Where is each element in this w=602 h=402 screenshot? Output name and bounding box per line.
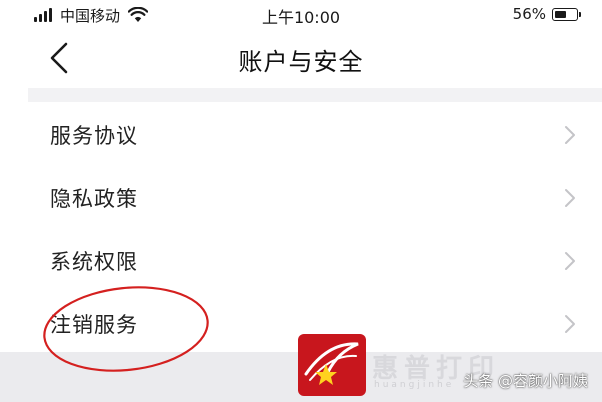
settings-list: 服务协议 隐私政策 系统权限 注销服务 bbox=[0, 102, 602, 354]
chevron-right-icon bbox=[565, 315, 575, 333]
status-bar: 中国移动 上午10:00 56% bbox=[0, 0, 602, 30]
navigation-bar: 账户与安全 bbox=[0, 30, 602, 86]
section-divider bbox=[28, 88, 602, 102]
settings-item-label: 服务协议 bbox=[50, 124, 138, 148]
chevron-right-icon bbox=[565, 126, 575, 144]
source-credit: 头条 @容颜小阿姨 bbox=[463, 372, 588, 390]
settings-item-privacy-policy[interactable]: 隐私政策 bbox=[0, 165, 602, 228]
chevron-right-icon bbox=[565, 189, 575, 207]
settings-item-label: 隐私政策 bbox=[50, 187, 138, 211]
battery-percent: 56% bbox=[512, 5, 546, 23]
page-title: 账户与安全 bbox=[238, 48, 364, 76]
status-right: 56% bbox=[512, 5, 581, 23]
watermark-subtext: huangjinhe bbox=[374, 380, 455, 390]
settings-item-service-agreement[interactable]: 服务协议 bbox=[0, 102, 602, 165]
chevron-right-icon bbox=[565, 252, 575, 270]
settings-item-label: 注销服务 bbox=[50, 313, 138, 337]
watermark-logo bbox=[298, 334, 366, 396]
battery-level bbox=[555, 10, 566, 18]
settings-item-system-permissions[interactable]: 系统权限 bbox=[0, 228, 602, 291]
star-logo-icon bbox=[304, 342, 359, 385]
settings-item-label: 系统权限 bbox=[50, 250, 138, 274]
battery-icon bbox=[552, 7, 581, 21]
